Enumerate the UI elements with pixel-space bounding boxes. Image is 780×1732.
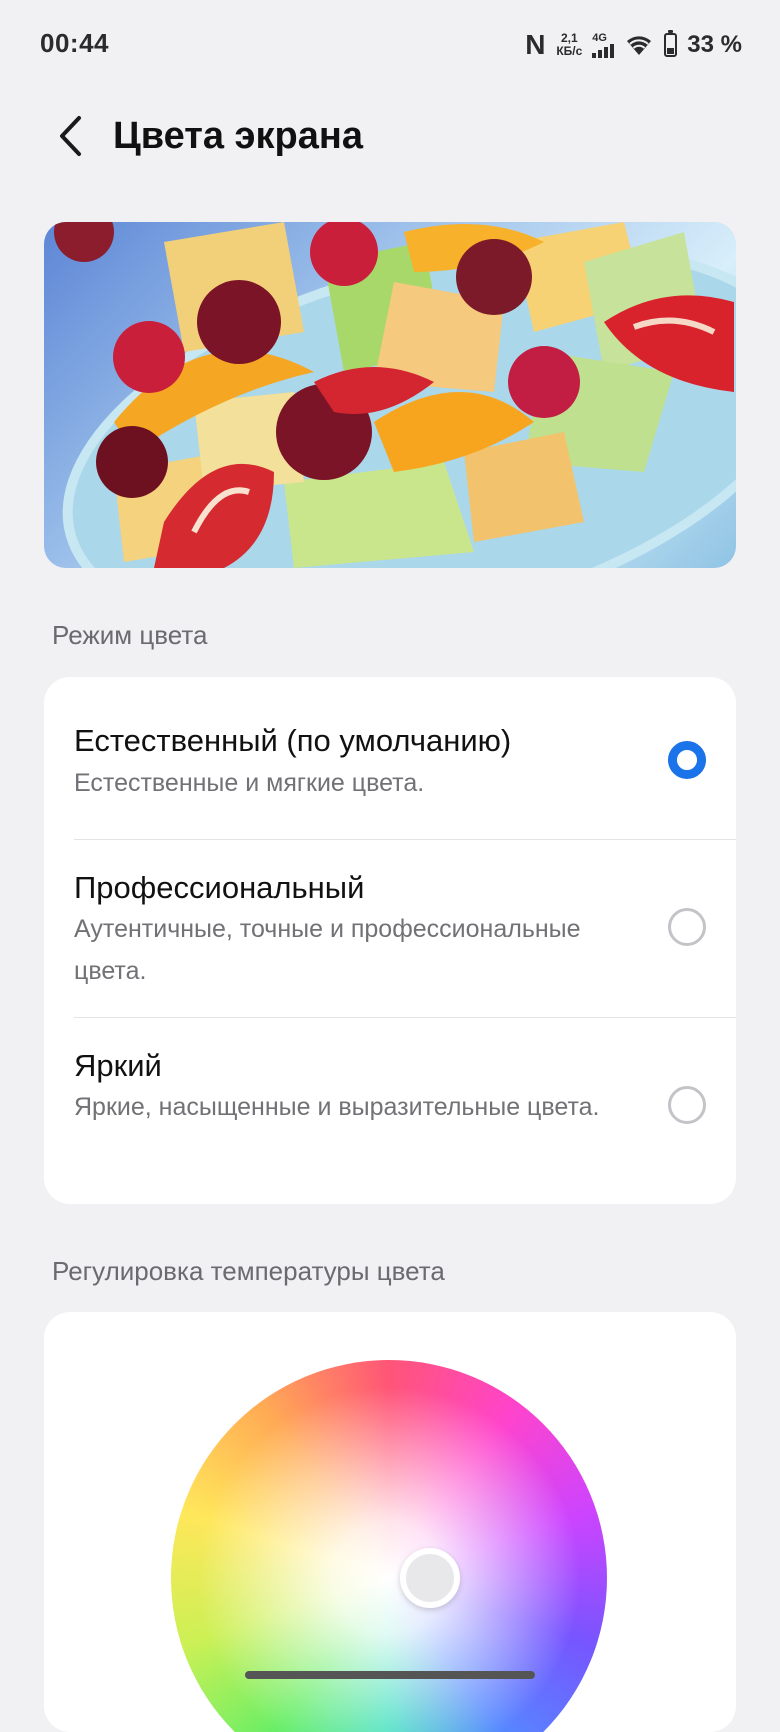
- color-mode-option-professional[interactable]: Профессиональный Аутентичные, точные и п…: [44, 840, 736, 1017]
- status-icons: N 2,1 КБ/с 4G 33 %: [524, 28, 742, 62]
- color-temperature-card: [44, 1312, 736, 1732]
- radio-button-vivid[interactable]: [668, 1086, 706, 1124]
- signal-icon: [592, 43, 615, 58]
- battery-icon: [664, 30, 678, 57]
- chevron-left-icon: [60, 116, 81, 156]
- battery-percentage: 33 %: [687, 31, 742, 58]
- network-type: 4G: [592, 31, 607, 44]
- radio-button-professional[interactable]: [668, 908, 706, 946]
- fruit-illustration: [54, 222, 734, 568]
- option-description: Аутентичные, точные и профессиональные ц…: [74, 915, 581, 985]
- cellular-status: 4G: [592, 31, 615, 58]
- wifi-icon: [627, 36, 652, 55]
- option-description: Яркие, насыщенные и выразительные цвета.: [74, 1093, 600, 1121]
- color-mode-option-natural[interactable]: Естественный (по умолчанию) Естественные…: [44, 677, 736, 839]
- option-title: Естественный (по умолчанию): [74, 723, 512, 758]
- color-wheel-handle[interactable]: [400, 1548, 460, 1608]
- option-title: Профессиональный: [74, 870, 365, 905]
- option-title: Яркий: [74, 1048, 162, 1083]
- option-description: Естественные и мягкие цвета.: [74, 769, 425, 797]
- status-time: 00:44: [40, 28, 109, 58]
- color-temperature-section-title: Регулировка температуры цвета: [52, 1256, 445, 1286]
- back-button[interactable]: [48, 108, 92, 164]
- color-mode-card: Естественный (по умолчанию) Естественные…: [44, 677, 736, 1204]
- network-speed: 2,1 КБ/с: [556, 32, 582, 58]
- home-indicator[interactable]: [245, 1671, 535, 1679]
- page-title: Цвета экрана: [113, 115, 363, 157]
- color-mode-option-vivid[interactable]: Яркий Яркие, насыщенные и выразительные …: [44, 1018, 736, 1204]
- radio-button-natural[interactable]: [668, 741, 706, 779]
- status-bar: 00:44 N 2,1 КБ/с 4G 33 %: [0, 0, 780, 90]
- network-speed-unit: КБ/с: [556, 44, 583, 58]
- preview-image: [44, 222, 736, 568]
- color-mode-section-title: Режим цвета: [52, 620, 208, 650]
- nfc-icon: N: [525, 29, 546, 60]
